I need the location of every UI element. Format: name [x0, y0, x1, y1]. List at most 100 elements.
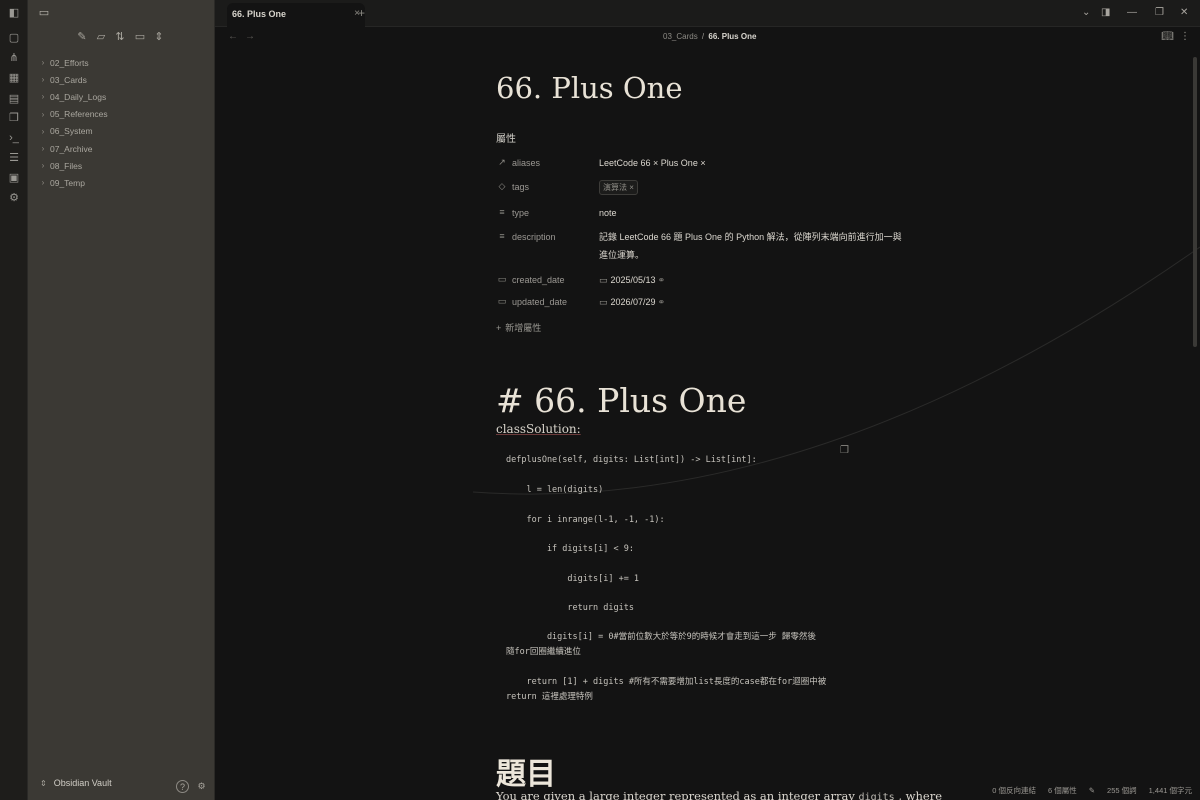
paragraph-text: , where	[894, 789, 942, 800]
folder-item[interactable]: › 07_Archive	[36, 140, 206, 157]
tab-active-note[interactable]: 66. Plus One ×	[227, 3, 365, 27]
property-type: ≡ type note	[496, 205, 916, 223]
add-property-button[interactable]: + 新增屬性	[496, 321, 541, 334]
reading-view-icon[interactable]: 📖︎	[1161, 31, 1174, 42]
property-tags: ◇ tags 演算法 ×	[496, 179, 916, 197]
back-arrow-icon[interactable]: ←	[228, 31, 238, 42]
tune-icon[interactable]: ⚙	[7, 191, 21, 205]
new-folder-icon[interactable]: ▱	[94, 30, 108, 44]
sort-icon[interactable]: ⇅	[113, 30, 127, 44]
minimize-icon[interactable]: —	[1127, 7, 1137, 18]
status-bar: 0 個反向連結 6 個屬性 ✎ 255 個詞 1,441 個字元	[992, 783, 1192, 797]
file-explorer-sidebar: ▭ ✎ ▱ ⇅ ▭ ⇕ › 02_Efforts › 03_Cards › 04_Da…	[28, 0, 215, 800]
heading-2[interactable]: 題目	[496, 749, 556, 793]
code-line: digits[i] += 1	[506, 574, 640, 584]
property-value[interactable]: ▭ 2026/07/29 ⚭	[599, 297, 665, 308]
folder-item[interactable]: › 03_Cards	[36, 71, 206, 88]
help-icon[interactable]: ?	[176, 780, 189, 793]
plus-icon: +	[496, 323, 502, 333]
property-value[interactable]: LeetCode 66 × Plus One ×	[599, 158, 706, 168]
chevron-right-icon: ›	[41, 178, 45, 188]
vault-switcher[interactable]: ⇕ Obsidian Vault	[40, 778, 112, 788]
window-close-icon[interactable]: ✕	[1180, 7, 1188, 18]
image-icon[interactable]: ▣	[7, 171, 21, 185]
canvas-icon[interactable]: ▦	[7, 71, 21, 85]
property-value[interactable]: ▭ 2025/05/13 ⚭	[599, 275, 665, 286]
properties-heading[interactable]: 屬性	[496, 130, 516, 145]
folder-item[interactable]: › 09_Temp	[36, 174, 206, 191]
settings-gear-icon[interactable]: ⚙	[195, 780, 208, 793]
breadcrumb-current[interactable]: 66. Plus One	[708, 32, 756, 41]
date-value: 2025/05/13	[610, 275, 656, 285]
folder-label: 06_System	[50, 126, 93, 137]
list-icon[interactable]: ☰	[7, 151, 21, 165]
collapse-all-icon[interactable]: ▭	[133, 30, 147, 44]
calendar-icon[interactable]: ▤	[7, 92, 21, 106]
chevron-right-icon: ›	[41, 58, 45, 68]
link-icon[interactable]: ⚭	[658, 275, 666, 285]
copy-code-icon[interactable]: ❐	[840, 445, 849, 456]
tab-title: 66. Plus One	[232, 9, 287, 19]
calendar-icon: ▭	[497, 274, 507, 284]
folder-item[interactable]: › 04_Daily_Logs	[36, 88, 206, 105]
property-key[interactable]: updated_date	[512, 297, 567, 307]
code-line: return digits	[506, 603, 634, 613]
code-class-line[interactable]: classSolution:	[496, 422, 581, 436]
chevron-down-icon[interactable]: ⌄	[1082, 7, 1090, 18]
link-icon[interactable]: ⚭	[658, 297, 666, 307]
text-lines-icon: ≡	[499, 207, 505, 217]
breadcrumb-folder[interactable]: 03_Cards	[663, 32, 698, 41]
tags-icon: ◇	[498, 181, 506, 191]
new-note-icon[interactable]: ✎	[75, 30, 89, 44]
expand-icon[interactable]: ⇕	[152, 30, 166, 44]
sidebar-toggle-icon[interactable]: ◧	[7, 6, 21, 20]
chevron-right-icon: ›	[41, 75, 45, 85]
folder-icon[interactable]: ▭	[37, 6, 51, 20]
backlinks-count[interactable]: 0 個反向連結	[992, 785, 1036, 796]
folder-label: 03_Cards	[50, 74, 87, 85]
right-sidebar-toggle-icon[interactable]: ◨	[1101, 7, 1110, 18]
new-tab-plus-icon[interactable]: +	[358, 6, 365, 20]
code-line: defplusOne(self, digits: List[int]) -> L…	[506, 455, 757, 465]
file-tree: › 02_Efforts › 03_Cards › 04_Daily_Logs › 05…	[36, 54, 206, 192]
folder-label: 07_Archive	[50, 143, 93, 154]
code-line: digits[i] = 0#當前位數大於等於9的時候才會走到這一步 歸零然後	[506, 632, 816, 642]
properties-count[interactable]: 6 個屬性	[1048, 785, 1077, 796]
file-icon[interactable]: ▢	[7, 31, 21, 45]
problem-paragraph[interactable]: You are given a large integer represente…	[496, 789, 942, 800]
forward-arrow-icon[interactable]: →	[245, 31, 255, 42]
vault-name: Obsidian Vault	[53, 778, 112, 788]
property-updated-date: ▭ updated_date ▭ 2026/07/29 ⚭	[496, 294, 916, 312]
text-lines-icon: ≡	[499, 231, 505, 241]
edit-pencil-icon[interactable]: ✎	[1089, 786, 1095, 795]
restore-icon[interactable]: ❐	[1155, 7, 1164, 18]
folder-label: 09_Temp	[50, 177, 85, 188]
view-header: ← → 03_Cards / 66. Plus One 📖︎ ⋮	[215, 27, 1200, 47]
note-title[interactable]: 66. Plus One	[496, 71, 683, 105]
property-key[interactable]: description	[512, 232, 556, 242]
word-count: 255 個詞	[1107, 785, 1137, 795]
property-key[interactable]: aliases	[512, 158, 540, 168]
scrollbar[interactable]	[1193, 57, 1197, 347]
heading-1[interactable]: # 66. Plus One	[496, 381, 746, 420]
property-value[interactable]: note	[599, 208, 617, 218]
graph-icon[interactable]: ⋔	[7, 51, 21, 65]
folder-item[interactable]: › 06_System	[36, 123, 206, 140]
copy-icon[interactable]: ❐	[7, 111, 21, 125]
terminal-icon[interactable]: ›_	[7, 131, 21, 145]
property-value[interactable]: 記錄 LeetCode 66 題 Plus One 的 Python 解法，從陣…	[599, 228, 909, 264]
folder-item[interactable]: › 05_References	[36, 106, 206, 123]
property-key[interactable]: created_date	[512, 275, 565, 285]
chevron-right-icon: ›	[41, 126, 45, 136]
folder-label: 08_Files	[50, 160, 83, 171]
folder-item[interactable]: › 02_Efforts	[36, 54, 206, 71]
folder-label: 02_Efforts	[50, 57, 89, 68]
tag-pill[interactable]: 演算法 ×	[599, 180, 638, 195]
property-key[interactable]: type	[512, 208, 529, 218]
add-property-label: 新增屬性	[505, 323, 542, 333]
editor-content[interactable]: 66. Plus One 屬性 ↗ aliases LeetCode 66 × …	[215, 47, 1200, 800]
folder-item[interactable]: › 08_Files	[36, 157, 206, 174]
more-options-icon[interactable]: ⋮	[1180, 31, 1190, 42]
property-key[interactable]: tags	[512, 182, 529, 192]
sidebar-header: ▭	[28, 0, 215, 26]
